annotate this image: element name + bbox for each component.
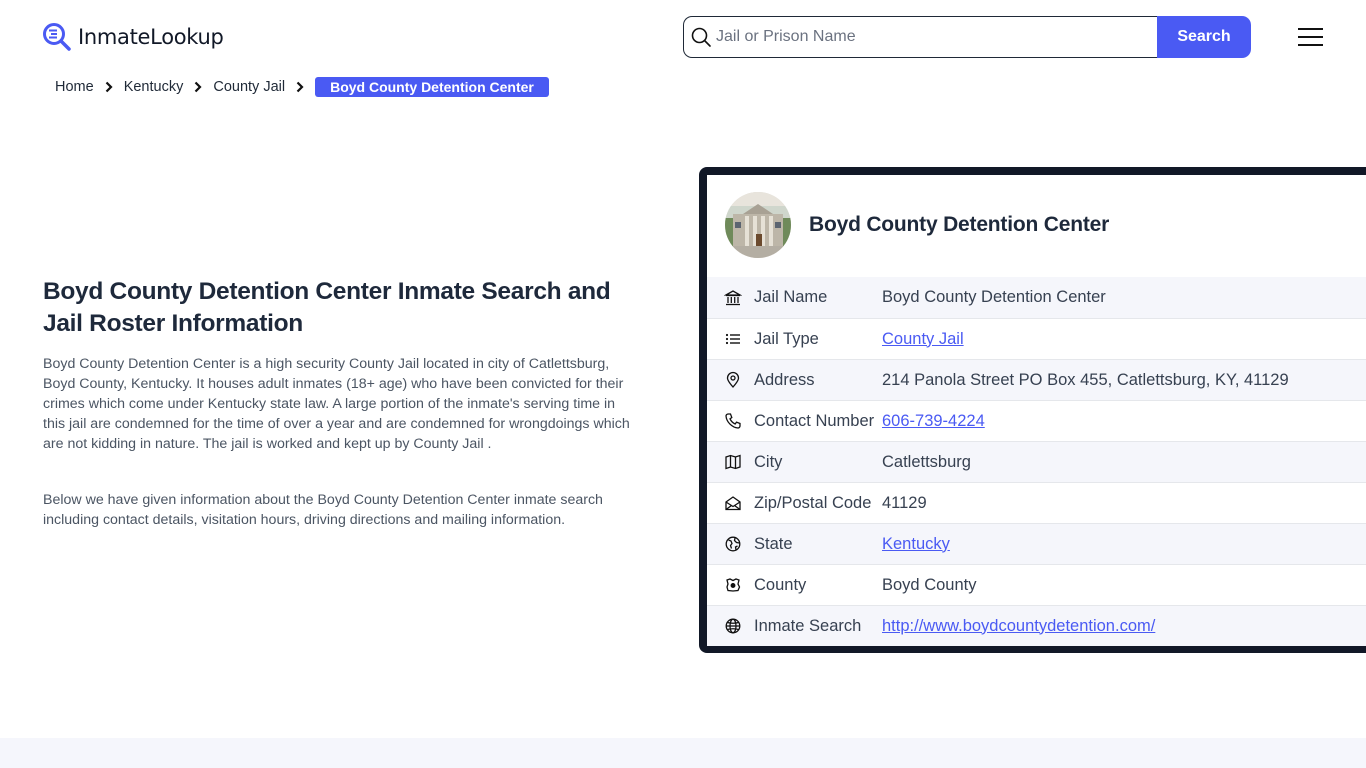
- row-value: Boyd County Detention Center: [882, 288, 1106, 306]
- breadcrumb-county-jail[interactable]: County Jail: [213, 79, 285, 95]
- jail-info-card-body: Boyd County Detention Center Jail Name B…: [707, 175, 1366, 646]
- inmate-search-link[interactable]: http://www.boydcountydetention.com/: [882, 617, 1155, 636]
- card-title: Boyd County Detention Center: [809, 213, 1110, 236]
- row-label: County: [754, 575, 807, 594]
- row-label: State: [754, 534, 793, 553]
- map-icon: [724, 453, 742, 471]
- info-table: Jail Name Boyd County Detention Center J…: [707, 277, 1366, 646]
- info-row-jail-name: Jail Name Boyd County Detention Center: [707, 277, 1366, 318]
- jail-info-card: Boyd County Detention Center Jail Name B…: [699, 167, 1366, 653]
- site-header: InmateLookup Search: [0, 0, 1366, 72]
- menu-bar: [1298, 36, 1323, 38]
- chevron-right-icon: [296, 81, 304, 93]
- row-label: Inmate Search: [754, 616, 862, 635]
- building-columns-icon: [723, 289, 743, 307]
- row-label: City: [754, 452, 783, 471]
- row-label: Jail Name: [754, 288, 828, 306]
- info-row-county: County Boyd County: [707, 564, 1366, 605]
- footer-section: [0, 738, 1366, 768]
- row-label: Zip/Postal Code: [754, 493, 872, 512]
- jail-building-photo: [725, 192, 791, 258]
- map-pin-icon: [724, 371, 742, 389]
- info-row-zip: Zip/Postal Code 41129: [707, 482, 1366, 523]
- county-map-icon: [724, 576, 742, 594]
- mail-open-icon: [724, 494, 742, 512]
- phone-link[interactable]: 606-739-4224: [882, 412, 985, 431]
- row-value: 214 Panola Street PO Box 455, Catlettsbu…: [882, 370, 1289, 389]
- search-button[interactable]: Search: [1157, 16, 1251, 58]
- list-icon: [724, 330, 742, 348]
- logo-magnifier-icon: [42, 22, 72, 52]
- jail-type-link[interactable]: County Jail: [882, 330, 964, 349]
- row-value: Catlettsburg: [882, 452, 971, 471]
- logo-link[interactable]: InmateLookup: [42, 22, 224, 52]
- chevron-right-icon: [105, 81, 113, 93]
- search-input[interactable]: [716, 28, 1136, 46]
- globe-region-icon: [724, 535, 742, 553]
- info-paragraph: Below we have given information about th…: [43, 492, 603, 528]
- menu-bar: [1298, 44, 1323, 46]
- intro-paragraph: Boyd County Detention Center is a high s…: [43, 356, 630, 452]
- row-value: Boyd County: [882, 575, 977, 594]
- info-row-city: City Catlettsburg: [707, 441, 1366, 482]
- info-row-contact-number: Contact Number 606-739-4224: [707, 400, 1366, 441]
- breadcrumb-home[interactable]: Home: [55, 79, 94, 95]
- state-link[interactable]: Kentucky: [882, 535, 950, 554]
- row-value: 41129: [882, 493, 927, 512]
- search-box: [683, 16, 1157, 58]
- hamburger-menu-icon[interactable]: [1298, 27, 1324, 47]
- info-row-inmate-search: Inmate Search http://www.boydcountydeten…: [707, 605, 1366, 646]
- search-icon: [690, 26, 712, 48]
- logo-text: InmateLookup: [78, 25, 224, 49]
- breadcrumb: Home Kentucky County Jail Boyd County De…: [55, 76, 549, 98]
- row-label: Jail Type: [754, 329, 819, 348]
- row-label: Address: [754, 370, 815, 389]
- breadcrumb-kentucky[interactable]: Kentucky: [124, 79, 184, 95]
- breadcrumb-current: Boyd County Detention Center: [315, 77, 549, 97]
- world-icon: [724, 617, 742, 635]
- card-header: Boyd County Detention Center: [707, 175, 1366, 277]
- info-row-address: Address 214 Panola Street PO Box 455, Ca…: [707, 359, 1366, 400]
- info-row-jail-type: Jail Type County Jail: [707, 318, 1366, 359]
- menu-bar: [1298, 28, 1323, 30]
- search-form: Search: [683, 16, 1251, 58]
- row-label: Contact Number: [754, 411, 875, 430]
- chevron-right-icon: [194, 81, 202, 93]
- page-title: Boyd County Detention Center Inmate Sear…: [43, 278, 611, 337]
- phone-icon: [724, 412, 742, 430]
- info-row-state: State Kentucky: [707, 523, 1366, 564]
